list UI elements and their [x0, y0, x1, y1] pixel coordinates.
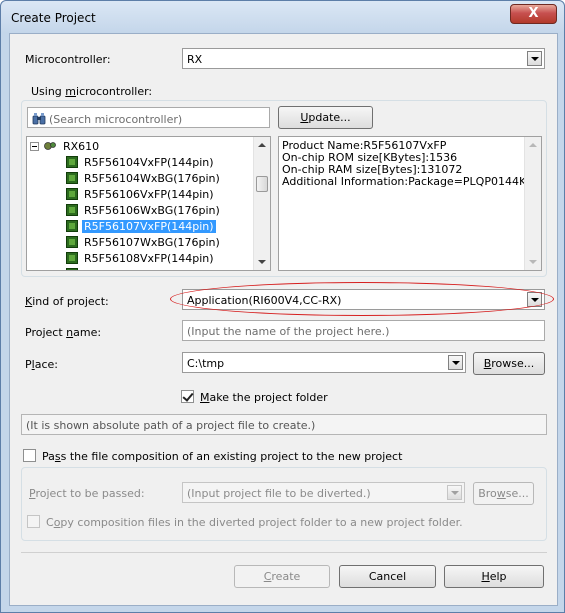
tree-root-rx610[interactable]: RX610 — [30, 139, 101, 155]
copy-composition-checkbox — [27, 515, 40, 528]
chevron-down-icon[interactable] — [527, 51, 542, 66]
tree-item[interactable]: R5F56106WxBG(176pin) — [66, 203, 222, 219]
device-info-box: Product Name:R5F56107VxFP On-chip ROM siz… — [278, 136, 542, 271]
project-name-placeholder: (Input the name of the project here.) — [187, 325, 390, 338]
device-info-line: Additional Information:Package=PLQP0144K… — [282, 175, 542, 188]
project-to-pass-label: Project to be passed: — [29, 487, 145, 500]
tree-item[interactable]: R5F56108VxFP(144pin) — [66, 251, 216, 267]
create-project-dialog: Create Project X Microcontroller: RX Usi… — [0, 0, 565, 613]
scroll-down-icon — [529, 260, 537, 264]
microcontroller-tree[interactable]: RX610 R5F56104VxFP(144pin) R5F56104WxBG(1… — [26, 136, 271, 271]
help-button[interactable]: Help — [444, 565, 544, 588]
tree-item-label: R5F56104WxBG(176pin) — [84, 172, 220, 185]
tree-item-label: R5F56106WxBG(176pin) — [84, 204, 220, 217]
pass-composition-label[interactable]: Pass the file composition of an existing… — [42, 450, 402, 463]
tree-item[interactable]: R5F56108WxBG(176pin) — [66, 267, 222, 270]
tree-item-label: R5F56108VxFP(144pin) — [84, 252, 214, 265]
binoculars-icon — [32, 113, 46, 125]
absolute-path-display: (It is shown absolute path of a project … — [21, 414, 547, 435]
tree-item-label: R5F56107WxBG(176pin) — [84, 236, 220, 249]
tree-item-label: R5F56106VxFP(144pin) — [84, 188, 214, 201]
tree-item[interactable]: R5F56107WxBG(176pin) — [66, 235, 222, 251]
kind-of-project-select[interactable]: Application(RI600V4,CC-RX) — [182, 289, 545, 310]
device-family-icon — [44, 142, 56, 150]
chip-icon — [66, 156, 78, 168]
project-name-input[interactable]: (Input the name of the project here.) — [182, 320, 545, 341]
make-project-folder-label[interactable]: Make the project folder — [200, 391, 328, 404]
chip-icon — [66, 172, 78, 184]
kind-of-project-label: Kind of project: — [25, 295, 109, 308]
chevron-down-icon — [447, 485, 462, 500]
info-scrollbar[interactable] — [524, 137, 541, 270]
tree-item[interactable]: R5F56104VxFP(144pin) — [66, 155, 216, 171]
scroll-down-icon[interactable] — [258, 260, 266, 264]
absolute-path-text: (It is shown absolute path of a project … — [26, 419, 316, 432]
tree-item-label: R5F56104VxFP(144pin) — [84, 156, 214, 169]
scroll-thumb[interactable] — [256, 176, 268, 192]
chip-icon — [66, 268, 78, 270]
project-name-label: Project name: — [25, 326, 102, 339]
collapse-icon[interactable] — [30, 142, 39, 151]
chevron-down-icon[interactable] — [527, 292, 542, 307]
create-button: Create — [234, 565, 330, 588]
place-label: Place: — [25, 358, 58, 371]
chip-icon — [66, 188, 78, 200]
make-project-folder-checkbox[interactable] — [181, 390, 194, 403]
browse-project-button: Browse... — [473, 482, 534, 505]
cancel-button[interactable]: Cancel — [339, 565, 436, 588]
microcontroller-select[interactable]: RX — [182, 48, 545, 69]
tree-item-label: R5F56107VxFP(144pin) — [81, 219, 217, 234]
scroll-up-icon — [529, 143, 537, 147]
chevron-down-icon[interactable] — [448, 355, 463, 370]
browse-place-button[interactable]: Browse... — [473, 352, 545, 375]
chip-icon — [66, 204, 78, 216]
search-placeholder: (Search microcontroller) — [49, 113, 183, 126]
kind-of-project-value: Application(RI600V4,CC-RX) — [187, 294, 342, 307]
title-bar[interactable]: Create Project X — [1, 1, 564, 33]
search-microcontroller-input[interactable]: (Search microcontroller) — [27, 107, 270, 128]
scroll-up-icon[interactable] — [258, 143, 266, 147]
chip-icon — [66, 236, 78, 248]
chip-icon — [66, 220, 78, 232]
dialog-body: Microcontroller: RX Using microcontrolle… — [9, 33, 558, 606]
copy-composition-label: Copy composition files in the diverted p… — [46, 516, 463, 529]
project-to-pass-select: (Input project file to be diverted.) — [182, 482, 465, 503]
separator — [21, 552, 547, 553]
microcontroller-label: Microcontroller: — [25, 53, 111, 66]
chip-icon — [66, 252, 78, 264]
update-button[interactable]: Update... — [278, 106, 373, 129]
window-title: Create Project — [11, 11, 96, 25]
place-select[interactable]: C:\tmp — [182, 352, 466, 373]
microcontroller-value: RX — [187, 53, 203, 66]
close-button[interactable]: X — [510, 4, 557, 24]
pass-composition-checkbox[interactable] — [23, 449, 36, 462]
using-microcontroller-label: Using microcontroller: — [31, 85, 153, 98]
tree-item[interactable]: R5F56106VxFP(144pin) — [66, 187, 216, 203]
tree-item[interactable]: R5F56107VxFP(144pin) — [66, 219, 217, 235]
place-value: C:\tmp — [187, 357, 225, 370]
project-to-pass-placeholder: (Input project file to be diverted.) — [187, 487, 371, 500]
tree-item-label: R5F56108WxBG(176pin) — [82, 268, 222, 270]
tree-scrollbar[interactable] — [253, 137, 270, 270]
tree-item[interactable]: R5F56104WxBG(176pin) — [66, 171, 222, 187]
pass-composition-group — [21, 467, 547, 541]
